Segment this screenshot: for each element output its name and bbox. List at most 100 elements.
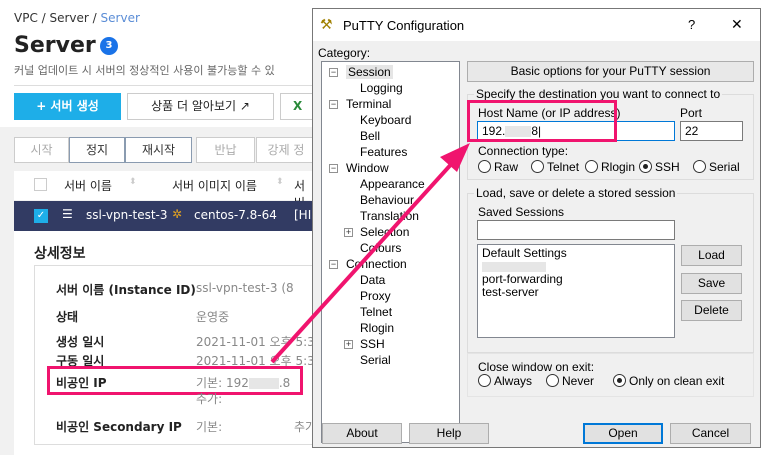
label-instance: 서버 이름 (Instance ID) — [56, 283, 196, 297]
tree-item-keyboard[interactable]: Keyboard — [360, 113, 411, 127]
label-status: 상태 — [56, 310, 79, 324]
table-header: 서버 이름 ⬍ 서버 이미지 이름 ⬍ 서버 — [14, 171, 314, 210]
stop-button[interactable]: 정지 — [69, 137, 125, 163]
radio-never[interactable]: Never — [546, 374, 594, 388]
radio-label: Never — [562, 374, 595, 388]
destination-label: Specify the destination you want to conn… — [474, 87, 723, 101]
putty-icon: ⚒ — [320, 16, 333, 32]
count-badge: 3 — [100, 37, 118, 55]
tree-item-connection[interactable]: Connection — [346, 257, 407, 271]
tree-item-features[interactable]: Features — [360, 145, 407, 159]
collapse-icon[interactable]: − — [329, 68, 338, 77]
row-server-name: ssl-vpn-test-3 — [86, 208, 168, 222]
col-image-name[interactable]: 서버 이미지 이름 — [172, 177, 257, 194]
cancel-button[interactable]: Cancel — [670, 423, 751, 444]
tree-item-rlogin[interactable]: Rlogin — [360, 321, 394, 335]
close-label: Close window on exit: — [478, 360, 595, 374]
radio-label: Always — [494, 374, 533, 388]
page-title: Server — [14, 33, 96, 58]
about-button[interactable]: About — [322, 423, 402, 444]
detail-title: 상세정보 — [34, 246, 86, 262]
session-item[interactable]: Default Settings — [482, 247, 670, 260]
radio-rlogin[interactable]: Rlogin — [585, 160, 635, 174]
radio-label: Serial — [709, 160, 740, 174]
tree-item-data[interactable]: Data — [360, 273, 385, 287]
session-header: Basic options for your PuTTY session — [467, 61, 754, 82]
restart-button[interactable]: 재시작 — [125, 137, 192, 163]
value-extra: 추가: — [196, 392, 223, 406]
label-secondary-ip: 비공인 Secondary IP — [56, 420, 182, 434]
breadcrumb-current: Server — [100, 11, 140, 25]
tree-item-terminal[interactable]: Terminal — [346, 97, 391, 111]
category-tree[interactable]: − Session Logging − Terminal Keyboard Bell Feat… — [321, 61, 460, 443]
conn-type-label: Connection type: — [478, 144, 569, 158]
port-label: Port — [680, 106, 703, 120]
tree-item-selection[interactable]: Selection — [360, 225, 409, 239]
load-button[interactable]: Load — [681, 245, 742, 266]
tree-item-proxy[interactable]: Proxy — [360, 289, 391, 303]
help-icon[interactable]: ? — [688, 17, 695, 32]
value-secondary-ip: 기본: — [196, 420, 223, 434]
tree-item-window[interactable]: Window — [346, 161, 389, 175]
saved-sessions-label: Saved Sessions — [478, 205, 565, 219]
value-instance: ssl-vpn-test-3 (8 — [196, 281, 294, 295]
value-status: 운영중 — [196, 310, 230, 324]
tree-item-session[interactable]: Session — [346, 65, 393, 79]
force-stop-button[interactable]: 강제 정 — [256, 137, 316, 163]
learn-more-button[interactable]: 상품 더 알아보기 ↗ — [127, 93, 274, 120]
radio-clean-exit[interactable]: Only on clean exit — [613, 374, 724, 388]
sort-icon[interactable]: ⬍ — [129, 177, 137, 187]
label-created: 생성 일시 — [56, 335, 105, 349]
title-bar: ⚒ PuTTY Configuration ? ✕ — [313, 9, 760, 41]
expand-icon[interactable]: + — [344, 228, 353, 237]
tree-item-colours[interactable]: Colours — [360, 241, 401, 255]
port-input[interactable]: 22 — [680, 121, 743, 141]
expand-icon[interactable]: + — [344, 340, 353, 349]
tree-item-appearance[interactable]: Appearance — [360, 177, 425, 191]
delete-button[interactable]: Delete — [681, 300, 742, 321]
tree-item-logging[interactable]: Logging — [360, 81, 403, 95]
open-button[interactable]: Open — [583, 423, 663, 444]
sort-icon[interactable]: ⬍ — [276, 177, 284, 187]
tree-item-behaviour[interactable]: Behaviour — [360, 193, 414, 207]
row-image-name: centos-7.8-64 — [194, 208, 277, 222]
radio-raw[interactable]: Raw — [478, 160, 518, 174]
ip-suffix: .8 — [278, 376, 291, 390]
tree-item-telnet[interactable]: Telnet — [360, 305, 392, 319]
divider — [14, 85, 314, 86]
label-private-ip: 비공인 IP — [56, 376, 107, 390]
tree-item-bell[interactable]: Bell — [360, 129, 380, 143]
select-all-checkbox[interactable] — [34, 178, 47, 191]
putty-window: ⚒ PuTTY Configuration ? ✕ Category: − Ses… — [312, 8, 761, 448]
tree-item-serial[interactable]: Serial — [360, 353, 391, 367]
return-button[interactable]: 반납 — [196, 137, 255, 163]
start-button[interactable]: 시작 — [14, 137, 69, 163]
collapse-icon[interactable]: − — [329, 100, 338, 109]
radio-serial[interactable]: Serial — [693, 160, 740, 174]
save-button[interactable]: Save — [681, 273, 742, 294]
create-server-button[interactable]: + 서버 생성 — [14, 93, 121, 120]
value-created: 2021-11-01 오후 5:34 — [196, 335, 323, 349]
tree-item-translation[interactable]: Translation — [360, 209, 419, 223]
radio-label: Telnet — [547, 160, 580, 174]
radio-telnet[interactable]: Telnet — [531, 160, 579, 174]
tree-item-ssh[interactable]: SSH — [360, 337, 385, 351]
collapse-icon[interactable]: − — [329, 260, 338, 269]
row-spec: [HI — [294, 208, 312, 222]
collapse-icon[interactable]: − — [329, 164, 338, 173]
session-item[interactable]: test-server — [482, 286, 670, 299]
table-row[interactable]: ✓ ☰ ssl-vpn-test-3 ✲ centos-7.8-64 [HI — [14, 201, 314, 231]
breadcrumb-vpc[interactable]: VPC — [14, 11, 38, 25]
radio-label: Raw — [494, 160, 519, 174]
saved-sessions-input[interactable] — [477, 220, 675, 240]
radio-always[interactable]: Always — [478, 374, 532, 388]
col-server-name[interactable]: 서버 이름 — [64, 177, 112, 194]
radio-ssh[interactable]: SSH — [639, 160, 680, 174]
help-button[interactable]: Help — [409, 423, 489, 444]
close-icon[interactable]: ✕ — [731, 16, 743, 33]
sessions-list[interactable]: Default Settings port-forwarding test-se… — [477, 244, 675, 338]
radio-label: Rlogin — [601, 160, 636, 174]
sessions-label: Load, save or delete a stored session — [474, 186, 678, 200]
breadcrumb-server[interactable]: Server — [50, 11, 89, 25]
row-checkbox[interactable]: ✓ — [34, 209, 48, 223]
